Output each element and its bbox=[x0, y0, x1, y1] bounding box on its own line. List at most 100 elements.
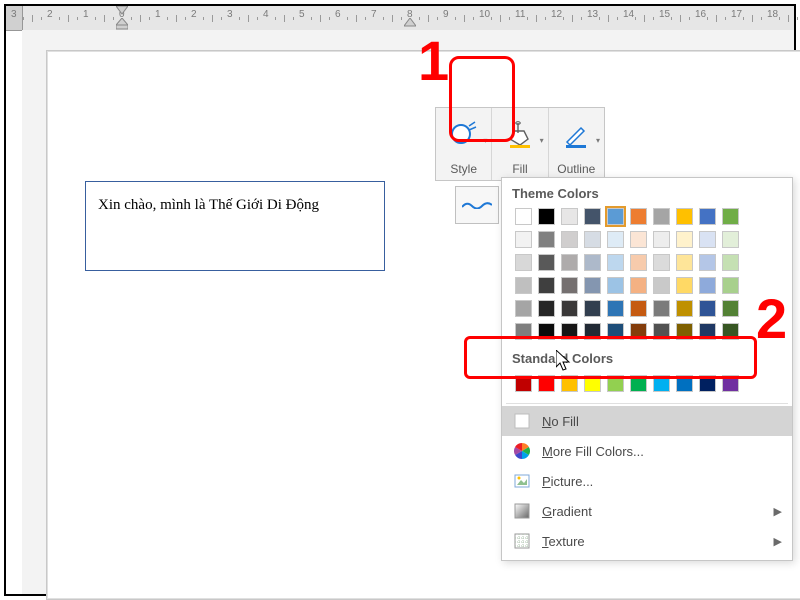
quick-style-preview[interactable] bbox=[455, 186, 499, 224]
color-swatch[interactable] bbox=[538, 375, 555, 392]
color-swatch[interactable] bbox=[584, 254, 601, 271]
color-swatch[interactable] bbox=[561, 375, 578, 392]
color-swatch[interactable] bbox=[515, 375, 532, 392]
color-swatch[interactable] bbox=[653, 208, 670, 225]
color-swatch[interactable] bbox=[676, 231, 693, 248]
chevron-down-icon: ▾ bbox=[540, 136, 544, 145]
standard-color-row bbox=[502, 370, 792, 401]
color-swatch[interactable] bbox=[538, 254, 555, 271]
color-swatch[interactable] bbox=[584, 300, 601, 317]
color-swatch[interactable] bbox=[607, 231, 624, 248]
picture-fill-item[interactable]: Picture... bbox=[502, 466, 792, 496]
horizontal-ruler: 3210123456789101112131415161718 bbox=[6, 6, 794, 31]
color-swatch[interactable] bbox=[653, 254, 670, 271]
color-swatch[interactable] bbox=[607, 254, 624, 271]
style-button[interactable]: ▾ Style bbox=[436, 108, 491, 180]
color-swatch[interactable] bbox=[607, 323, 624, 340]
color-swatch[interactable] bbox=[722, 323, 739, 340]
color-swatch[interactable] bbox=[676, 277, 693, 294]
color-swatch[interactable] bbox=[515, 208, 532, 225]
color-swatch[interactable] bbox=[676, 208, 693, 225]
color-swatch[interactable] bbox=[515, 323, 532, 340]
color-swatch[interactable] bbox=[676, 323, 693, 340]
color-swatch[interactable] bbox=[561, 231, 578, 248]
color-swatch[interactable] bbox=[584, 208, 601, 225]
submenu-arrow-icon: ▶ bbox=[774, 505, 782, 518]
color-swatch[interactable] bbox=[561, 208, 578, 225]
color-swatch[interactable] bbox=[584, 323, 601, 340]
color-swatch[interactable] bbox=[538, 323, 555, 340]
color-swatch[interactable] bbox=[699, 375, 716, 392]
color-swatch[interactable] bbox=[630, 323, 647, 340]
color-swatch[interactable] bbox=[699, 323, 716, 340]
gradient-label: Gradient bbox=[542, 504, 592, 519]
color-swatch[interactable] bbox=[722, 300, 739, 317]
color-swatch[interactable] bbox=[653, 323, 670, 340]
theme-tint-row bbox=[502, 228, 792, 251]
color-swatch[interactable] bbox=[607, 208, 624, 225]
color-wheel-icon bbox=[512, 441, 532, 461]
color-swatch[interactable] bbox=[538, 208, 555, 225]
color-swatch[interactable] bbox=[653, 231, 670, 248]
color-swatch[interactable] bbox=[630, 375, 647, 392]
gradient-fill-item[interactable]: Gradient ▶ bbox=[502, 496, 792, 526]
color-swatch[interactable] bbox=[607, 277, 624, 294]
color-swatch[interactable] bbox=[538, 277, 555, 294]
document-area: Xin chào, mình là Thế Giới Di Động ▾ Sty… bbox=[22, 30, 794, 594]
chevron-down-icon: ▾ bbox=[596, 136, 600, 145]
style-label: Style bbox=[450, 162, 477, 176]
color-swatch[interactable] bbox=[722, 277, 739, 294]
color-swatch[interactable] bbox=[699, 208, 716, 225]
color-swatch[interactable] bbox=[653, 277, 670, 294]
fill-label: Fill bbox=[512, 162, 527, 176]
color-swatch[interactable] bbox=[630, 254, 647, 271]
no-fill-item[interactable]: No Fill bbox=[502, 406, 792, 436]
color-swatch[interactable] bbox=[699, 277, 716, 294]
color-swatch[interactable] bbox=[722, 208, 739, 225]
color-swatch[interactable] bbox=[515, 277, 532, 294]
chevron-down-icon: ▾ bbox=[483, 136, 487, 145]
color-swatch[interactable] bbox=[676, 254, 693, 271]
theme-tint-row bbox=[502, 297, 792, 320]
no-fill-label: No Fill bbox=[542, 414, 579, 429]
color-swatch[interactable] bbox=[722, 231, 739, 248]
color-swatch[interactable] bbox=[722, 375, 739, 392]
outline-button[interactable]: ▾ Outline bbox=[549, 108, 604, 180]
texture-label: Texture bbox=[542, 534, 585, 549]
color-swatch[interactable] bbox=[515, 254, 532, 271]
color-swatch[interactable] bbox=[699, 231, 716, 248]
more-fill-colors-item[interactable]: More Fill Colors... bbox=[502, 436, 792, 466]
standard-colors-label: Standard Colors bbox=[502, 349, 792, 370]
color-swatch[interactable] bbox=[653, 375, 670, 392]
color-swatch[interactable] bbox=[561, 300, 578, 317]
color-swatch[interactable] bbox=[561, 254, 578, 271]
texture-fill-item[interactable]: Texture ▶ bbox=[502, 526, 792, 556]
color-swatch[interactable] bbox=[676, 300, 693, 317]
color-swatch[interactable] bbox=[699, 254, 716, 271]
color-swatch[interactable] bbox=[630, 208, 647, 225]
color-swatch[interactable] bbox=[699, 300, 716, 317]
color-swatch[interactable] bbox=[653, 300, 670, 317]
color-swatch[interactable] bbox=[561, 323, 578, 340]
color-swatch[interactable] bbox=[538, 231, 555, 248]
color-swatch[interactable] bbox=[584, 277, 601, 294]
picture-label: Picture... bbox=[542, 474, 593, 489]
color-swatch[interactable] bbox=[515, 300, 532, 317]
color-swatch[interactable] bbox=[584, 375, 601, 392]
color-swatch[interactable] bbox=[676, 375, 693, 392]
text-box-shape[interactable]: Xin chào, mình là Thế Giới Di Động bbox=[85, 181, 385, 271]
theme-colors-label: Theme Colors bbox=[502, 184, 792, 205]
color-swatch[interactable] bbox=[538, 300, 555, 317]
color-swatch[interactable] bbox=[722, 254, 739, 271]
style-icon bbox=[449, 120, 479, 150]
gradient-icon bbox=[512, 501, 532, 521]
color-swatch[interactable] bbox=[607, 300, 624, 317]
color-swatch[interactable] bbox=[607, 375, 624, 392]
color-swatch[interactable] bbox=[584, 231, 601, 248]
color-swatch[interactable] bbox=[630, 300, 647, 317]
color-swatch[interactable] bbox=[561, 277, 578, 294]
color-swatch[interactable] bbox=[630, 231, 647, 248]
fill-button[interactable]: ▾ Fill bbox=[491, 108, 548, 180]
color-swatch[interactable] bbox=[515, 231, 532, 248]
color-swatch[interactable] bbox=[630, 277, 647, 294]
